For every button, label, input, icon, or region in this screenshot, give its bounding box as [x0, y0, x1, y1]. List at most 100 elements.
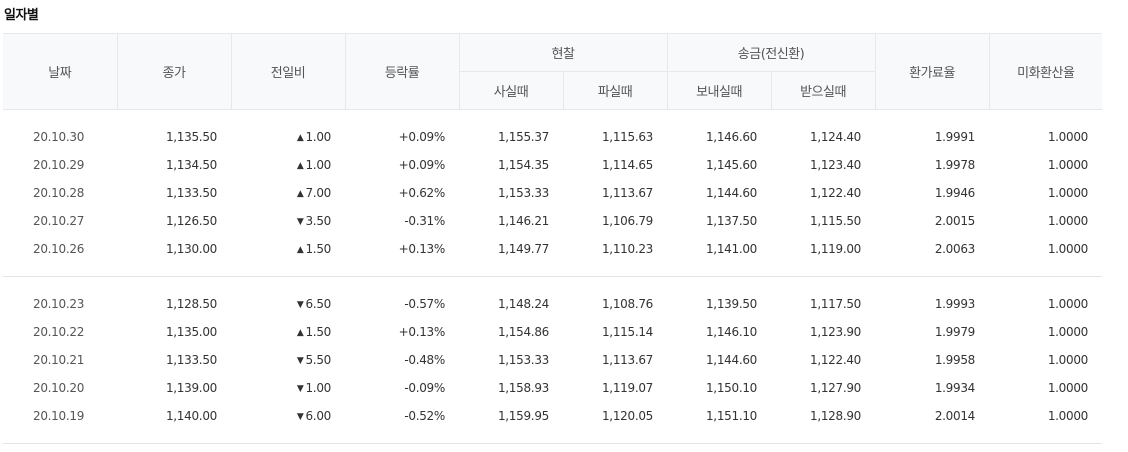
cell-rate: +0.62%: [398, 186, 446, 200]
cell-wire-receive: 1,128.90: [809, 409, 862, 423]
group-spacer: [3, 110, 1102, 124]
cell-wire-send: 1,145.60: [705, 158, 758, 172]
cell-wire-receive: 1,123.90: [809, 325, 862, 339]
cell-wire-receive: 1,122.40: [809, 353, 862, 367]
cell-change: ▼ 6.50: [231, 290, 345, 318]
cell-wire-receive: 1,117.50: [809, 297, 862, 311]
cell-wire-receive: 1,124.40: [809, 130, 862, 144]
cell-usd-conversion-rate: 1.0000: [1047, 158, 1089, 172]
change-value: 5.50: [305, 353, 331, 367]
cell-change: ▲ 1.50: [231, 318, 345, 346]
triangle-down-icon: ▼: [296, 300, 304, 310]
triangle-up-icon: ▲: [296, 189, 304, 199]
cell-cash-sell: 1,113.67: [601, 186, 654, 200]
header-date: 날짜: [3, 33, 118, 110]
cell-cash-buy: 1,149.77: [497, 242, 549, 256]
header-change: 전일비: [230, 33, 346, 110]
cell-wire-send: 1,150.10: [705, 381, 758, 395]
cell-usd-conversion-rate: 1.0000: [1047, 325, 1089, 339]
cell-change: ▲ 7.00: [231, 179, 345, 207]
cell-date: 20.10.22: [33, 325, 85, 339]
change-value: 1.00: [305, 158, 331, 172]
cell-cash-sell: 1,115.63: [601, 130, 654, 144]
table-row: 20.10.23 1,128.50 ▼ 6.50 -0.57% 1,148.24 1,108…: [3, 290, 1102, 318]
cell-usd-conversion-rate: 1.0000: [1047, 186, 1089, 200]
cell-change: ▲ 1.00: [231, 123, 345, 151]
cell-date: 20.10.30: [33, 130, 85, 144]
cell-wire-send: 1,144.60: [705, 353, 758, 367]
daily-rates-table: 날짜 종가 전일비 등락률 현찰 송금(전신환) 환가료율 미화환산율 사실때 …: [3, 33, 1103, 444]
cell-wire-receive: 1,119.00: [809, 242, 862, 256]
header-wire-receive: 받으실때: [770, 71, 876, 110]
section-title: 일자별: [4, 8, 39, 23]
cell-cash-buy: 1,153.33: [497, 353, 549, 367]
cell-rate: +0.13%: [398, 242, 446, 256]
cell-date: 20.10.19: [33, 409, 85, 423]
cell-close: 1,134.50: [165, 158, 217, 172]
cell-exchange-fee-rate: 1.9934: [934, 381, 976, 395]
header-close: 종가: [116, 33, 232, 110]
cell-cash-buy: 1,146.21: [497, 214, 549, 228]
cell-wire-send: 1,146.10: [705, 325, 758, 339]
cell-rate: -0.48%: [404, 353, 445, 367]
cell-wire-receive: 1,122.40: [809, 186, 862, 200]
change-value: 1.00: [305, 381, 331, 395]
table-row: 20.10.22 1,135.00 ▲ 1.50 +0.13% 1,154.86 1,115…: [3, 318, 1102, 346]
cell-cash-sell: 1,114.65: [601, 158, 654, 172]
cell-date: 20.10.27: [33, 214, 85, 228]
cell-exchange-fee-rate: 2.0015: [934, 214, 976, 228]
table-row: 20.10.26 1,130.00 ▲ 1.50 +0.13% 1,149.77 1,110…: [3, 235, 1102, 263]
table-row: 20.10.20 1,139.00 ▼ 1.00 -0.09% 1,158.93 1,119…: [3, 374, 1102, 402]
triangle-down-icon: ▼: [296, 412, 304, 422]
header-rate: 등락률: [344, 33, 460, 110]
header-cash-sell: 파실때: [562, 71, 668, 110]
cell-usd-conversion-rate: 1.0000: [1047, 409, 1089, 423]
cell-close: 1,133.50: [165, 186, 217, 200]
cell-cash-buy: 1,153.33: [497, 186, 549, 200]
cell-exchange-fee-rate: 1.9993: [934, 297, 976, 311]
triangle-up-icon: ▲: [296, 133, 304, 143]
triangle-up-icon: ▲: [296, 245, 304, 255]
cell-close: 1,135.00: [165, 325, 217, 339]
cell-change: ▼ 1.00: [231, 374, 345, 402]
change-value: 6.50: [305, 297, 331, 311]
cell-date: 20.10.23: [33, 297, 85, 311]
change-value: 3.50: [305, 214, 331, 228]
cell-close: 1,133.50: [165, 353, 217, 367]
header-wire: 송금(전신환): [666, 33, 876, 72]
triangle-down-icon: ▼: [296, 217, 304, 227]
cell-date: 20.10.26: [33, 242, 85, 256]
cell-cash-buy: 1,158.93: [497, 381, 549, 395]
cell-rate: -0.52%: [404, 409, 445, 423]
cell-wire-send: 1,137.50: [705, 214, 758, 228]
cell-wire-send: 1,144.60: [705, 186, 758, 200]
triangle-down-icon: ▼: [296, 356, 304, 366]
cell-usd-conversion-rate: 1.0000: [1047, 130, 1089, 144]
group-spacer: [3, 277, 1102, 291]
header-exchange-fee-rate: 환가료율: [874, 33, 990, 110]
change-value: 1.00: [305, 130, 331, 144]
cell-cash-sell: 1,120.05: [601, 409, 654, 423]
cell-exchange-fee-rate: 1.9991: [934, 130, 976, 144]
table-row: 20.10.27 1,126.50 ▼ 3.50 -0.31% 1,146.21 1,106…: [3, 207, 1102, 235]
cell-wire-send: 1,151.10: [705, 409, 758, 423]
cell-cash-sell: 1,119.07: [601, 381, 654, 395]
cell-cash-sell: 1,106.79: [601, 214, 654, 228]
change-value: 7.00: [305, 186, 331, 200]
cell-date: 20.10.28: [33, 186, 85, 200]
cell-cash-sell: 1,113.67: [601, 353, 654, 367]
table-header: 날짜 종가 전일비 등락률 현찰 송금(전신환) 환가료율 미화환산율 사실때 …: [3, 33, 1103, 110]
triangle-down-icon: ▼: [296, 384, 304, 394]
cell-exchange-fee-rate: 1.9979: [934, 325, 976, 339]
cell-wire-receive: 1,123.40: [809, 158, 862, 172]
cell-exchange-fee-rate: 1.9978: [934, 158, 976, 172]
cell-change: ▲ 1.00: [231, 151, 345, 179]
cell-exchange-fee-rate: 2.0014: [934, 409, 976, 423]
cell-wire-receive: 1,115.50: [809, 214, 862, 228]
header-wire-send: 보내실때: [666, 71, 772, 110]
cell-rate: +0.09%: [398, 130, 446, 144]
cell-rate: -0.31%: [404, 214, 445, 228]
cell-cash-buy: 1,148.24: [497, 297, 549, 311]
cell-change: ▲ 1.50: [231, 235, 345, 263]
cell-cash-sell: 1,108.76: [601, 297, 654, 311]
